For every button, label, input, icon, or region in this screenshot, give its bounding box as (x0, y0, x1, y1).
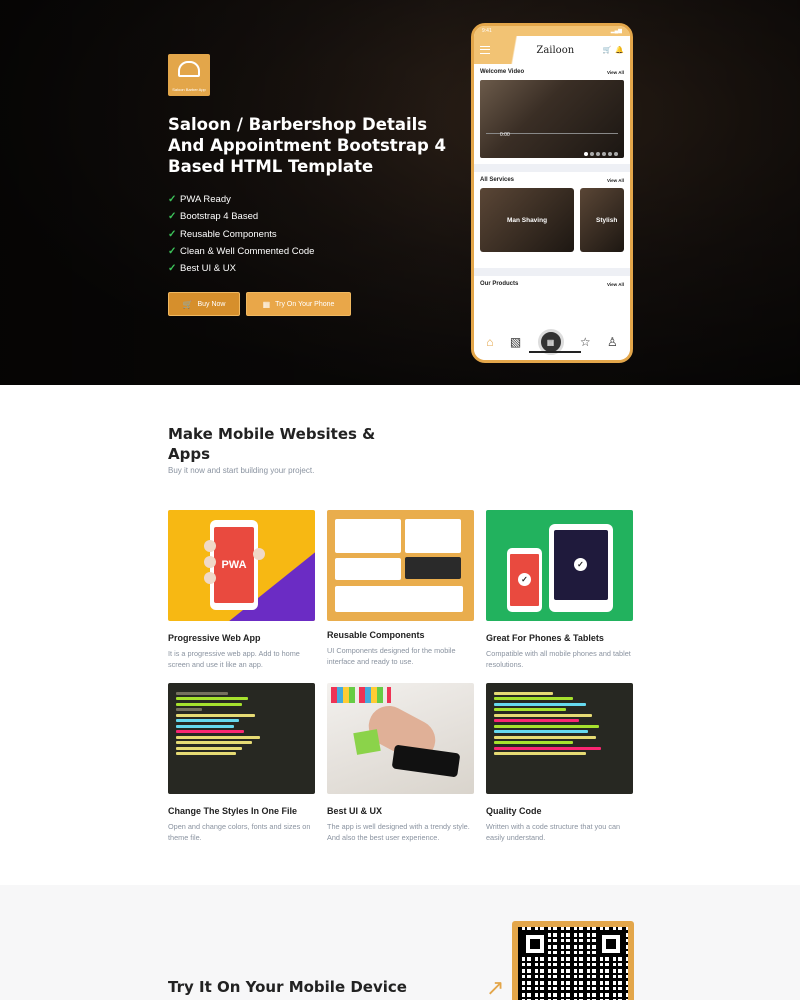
buy-now-label: Buy Now (197, 300, 226, 308)
carousel-dots[interactable] (584, 152, 618, 156)
check-icon: ✓ (518, 573, 531, 586)
tile-description: Compatible with all mobile phones and ta… (486, 649, 631, 669)
phone-bottom-nav: ⌂ ▧ ▦ ☆ ♙ (474, 324, 630, 360)
home-indicator (529, 351, 581, 353)
hero-content: Saloon Barber App Saloon / Barbershop De… (168, 54, 448, 317)
welcome-video-player[interactable]: 0:00 (480, 80, 624, 158)
section-title: Make Mobile Websites & Apps (168, 425, 376, 463)
user-icon[interactable]: ♙ (607, 335, 618, 349)
service-card[interactable]: Man Shaving (480, 188, 574, 252)
feature-tile-devices: ✓ ✓ Great For Phones & Tablets Compatibl… (486, 510, 633, 670)
arrow-icon: ↗ (486, 975, 505, 1000)
feature-list: ✓ PWA Ready ✓ Bootstrap 4 Based ✓ Reusable … (168, 191, 448, 277)
phone-status-bar: 9:41 ▂▄▆ (474, 26, 630, 36)
services-carousel: Man Shaving Stylish (474, 188, 630, 252)
status-time: 9:41 (482, 28, 492, 34)
view-all-link[interactable]: View All (607, 282, 624, 287)
tile-description: Open and change colors, fonts and sizes … (168, 822, 311, 842)
quality-code-illustration (486, 683, 633, 794)
app-logo: Saloon Barber App (168, 54, 210, 96)
tile-title: Quality Code (486, 806, 542, 816)
signal-icon: ▂▄▆ (610, 28, 622, 34)
tile-title: Change The Styles In One File (168, 806, 298, 816)
hero-title: Saloon / Barbershop Details And Appointm… (168, 115, 447, 176)
try-on-phone-button[interactable]: ▦ Try On Your Phone (246, 292, 351, 317)
pwa-illustration: PWA (168, 510, 315, 621)
hero-section: Saloon Barber App Saloon / Barbershop De… (0, 0, 800, 385)
menu-icon[interactable] (480, 46, 490, 54)
check-icon: ✓ (168, 194, 177, 206)
cart-icon: 🛒 (182, 299, 193, 309)
home-icon[interactable]: ⌂ (486, 335, 493, 349)
tile-title: Best UI & UX (327, 806, 383, 816)
code-illustration (168, 683, 315, 794)
tile-title: Progressive Web App (168, 633, 261, 643)
barber-chair-icon (178, 61, 200, 77)
devices-illustration: ✓ ✓ (486, 510, 633, 621)
tile-description: UI Components designed for the mobile in… (327, 646, 456, 666)
video-time: 0:00 (500, 132, 510, 138)
try-section-title: Try It On Your Mobile Device (168, 978, 407, 996)
divider (474, 268, 630, 276)
tile-description: It is a progressive web app. Add to home… (168, 649, 300, 669)
phone-mockup: 9:41 ▂▄▆ Zailoon 🛒 🔔 Welcome Video View … (471, 23, 633, 363)
feature-item: ✓ Reusable Components (168, 226, 448, 243)
check-icon: ✓ (168, 228, 177, 240)
divider (474, 164, 630, 172)
star-icon[interactable]: ☆ (580, 335, 591, 349)
hero-buttons: 🛒 Buy Now ▦ Try On Your Phone (168, 292, 448, 317)
bell-icon[interactable]: 🔔 (615, 46, 624, 54)
qr-code-image (518, 927, 628, 1000)
qr-code-icon: ▦ (262, 299, 271, 309)
qr-code (512, 921, 634, 1000)
feature-tile-pwa: PWA Progressive Web App It is a progress… (168, 510, 315, 670)
pwa-label: PWA (214, 527, 254, 603)
feature-tile-components: Reusable Components UI Components design… (327, 510, 474, 667)
view-all-link[interactable]: View All (607, 178, 624, 183)
tile-description: The app is well designed with a trendy s… (327, 822, 470, 842)
check-icon: ✓ (574, 558, 587, 571)
view-all-link[interactable]: View All (607, 70, 624, 75)
tile-title: Reusable Components (327, 630, 425, 640)
cart-icon[interactable]: 🛒 (603, 46, 612, 54)
section-subtitle: Buy it now and start building your proje… (168, 466, 315, 475)
feature-tile-quality-code: Quality Code Written with a code structu… (486, 683, 633, 843)
try-on-phone-label: Try On Your Phone (275, 300, 335, 308)
services-header: All Services View All (474, 172, 630, 188)
products-header: Our Products View All (474, 276, 630, 292)
phone-brand: Zailoon (536, 44, 575, 56)
products-title: Our Products (480, 281, 519, 287)
welcome-video-title: Welcome Video (480, 69, 525, 75)
buy-now-button[interactable]: 🛒 Buy Now (168, 292, 240, 317)
check-icon: ✓ (168, 263, 177, 275)
feature-tile-styles: Change The Styles In One File Open and c… (168, 683, 315, 843)
ui-ux-photo (327, 683, 474, 794)
components-illustration (327, 510, 474, 621)
tile-title: Great For Phones & Tablets (486, 633, 604, 643)
phone-header-icons: 🛒 🔔 (603, 46, 624, 54)
map-icon[interactable]: ▧ (510, 335, 521, 349)
feature-item: ✓ Bootstrap 4 Based (168, 208, 448, 225)
feature-item: ✓ Clean & Well Commented Code (168, 243, 448, 260)
check-icon: ✓ (168, 211, 177, 223)
welcome-video-header: Welcome Video View All (474, 64, 630, 80)
feature-item: ✓ PWA Ready (168, 191, 448, 208)
tile-description: Written with a code structure that you c… (486, 822, 621, 842)
phone-header: Zailoon 🛒 🔔 (474, 36, 630, 64)
service-card[interactable]: Stylish (580, 188, 624, 252)
feature-item: ✓ Best UI & UX (168, 260, 448, 277)
feature-tile-ui-ux: Best UI & UX The app is well designed wi… (327, 683, 474, 843)
services-title: All Services (480, 177, 515, 183)
check-icon: ✓ (168, 246, 177, 258)
logo-text: Saloon Barber App (172, 87, 206, 92)
